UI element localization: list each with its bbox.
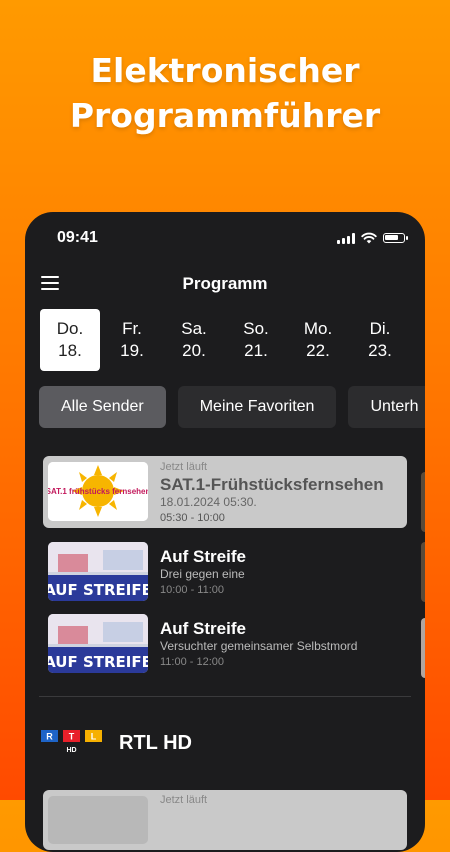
filter-all-channels[interactable]: Alle Sender xyxy=(39,386,166,428)
battery-level xyxy=(385,235,398,240)
day-weekday: Sa. xyxy=(181,319,207,338)
headline-line-1: Elektronischer xyxy=(90,51,360,90)
program-row-now[interactable]: Jetzt läuft xyxy=(43,790,407,850)
program-row[interactable]: AUF STREIFE Auf Streife Drei gegen eine … xyxy=(43,536,407,608)
program-title: Auf Streife xyxy=(160,619,246,638)
program-thumbnail: SAT.1 frühstücks fernsehen xyxy=(48,462,148,521)
day-date: 23. xyxy=(368,341,392,360)
program-time: 11:00 - 12:00 xyxy=(160,656,225,668)
next-channel-peek xyxy=(421,472,425,532)
day-tab[interactable]: So. 21. xyxy=(226,309,286,371)
status-time: 09:41 xyxy=(57,229,98,246)
now-playing-label: Jetzt läuft xyxy=(160,461,208,473)
program-thumbnail xyxy=(48,796,148,844)
filter-entertainment[interactable]: Unterh xyxy=(348,386,425,428)
day-selector: Do. 18. Fr. 19. Sa. 20. So. 21. Mo. 22. … xyxy=(40,309,412,371)
day-weekday: So. xyxy=(243,319,269,338)
filter-favorites[interactable]: Meine Favoriten xyxy=(177,386,337,428)
day-tab[interactable]: Di. 23. xyxy=(350,309,410,371)
thumbnail-logo-text: SAT.1 frühstücks fernsehen xyxy=(48,487,148,496)
program-title: Auf Streife xyxy=(160,547,246,566)
promo-headline: Elektronischer Programmführer xyxy=(0,48,450,138)
battery-icon xyxy=(383,233,408,243)
thumbnail-logo-text: AUF STREIFE xyxy=(48,581,148,599)
next-channel-peek xyxy=(421,618,425,678)
program-thumbnail: AUF STREIFE xyxy=(48,614,148,673)
day-date: 19. xyxy=(120,341,144,360)
program-row[interactable]: AUF STREIFE Auf Streife Versuchter gemei… xyxy=(43,608,407,680)
program-subtitle: 18.01.2024 05:30. xyxy=(160,495,257,509)
now-playing-label: Jetzt läuft xyxy=(160,794,208,806)
status-icons xyxy=(337,232,408,244)
day-tab[interactable]: Sa. 20. xyxy=(164,309,224,371)
status-bar: 09:41 xyxy=(25,212,425,262)
program-subtitle: Versuchter gemeinsamer Selbstmord xyxy=(160,639,358,653)
page-title: Programm xyxy=(182,274,268,293)
filter-chips: Alle Sender Meine Favoriten Unterh xyxy=(39,386,425,428)
day-date: 18. xyxy=(58,341,82,360)
section-divider xyxy=(39,696,411,697)
program-time: 10:00 - 11:00 xyxy=(160,584,225,596)
day-tab[interactable]: Fr. 19. xyxy=(102,309,162,371)
program-thumbnail: AUF STREIFE xyxy=(48,542,148,601)
day-weekday: Do. xyxy=(56,319,84,338)
channel-name: RTL HD xyxy=(119,732,192,754)
nav-bar: Programm xyxy=(25,268,425,300)
program-time: 05:30 - 10:00 xyxy=(160,512,225,524)
svg-text:R: R xyxy=(46,732,53,742)
day-date: 22. xyxy=(306,341,330,360)
program-subtitle: Drei gegen eine xyxy=(160,567,245,581)
day-weekday: Fr. xyxy=(122,319,142,338)
next-channel-peek xyxy=(421,542,425,602)
phone-screen: 09:41 Programm Do. 18. Fr. 19. Sa. 20. S… xyxy=(25,212,425,852)
day-date: 20. xyxy=(182,341,206,360)
svg-text:T: T xyxy=(69,732,75,742)
day-weekday: Mo. xyxy=(303,319,333,338)
wifi-icon xyxy=(361,232,377,244)
day-tab[interactable]: Do. 18. xyxy=(40,309,100,371)
day-tab[interactable]: Mo. 22. xyxy=(288,309,348,371)
svg-text:HD: HD xyxy=(66,747,76,754)
svg-text:L: L xyxy=(91,732,97,742)
day-weekday: Di. xyxy=(369,319,391,338)
headline-line-2: Programmführer xyxy=(69,96,381,135)
rtl-logo-icon: R T L HD xyxy=(41,730,102,754)
day-date: 21. xyxy=(244,341,268,360)
program-title: SAT.1-Frühstücksfernsehen xyxy=(160,475,384,494)
program-row-now[interactable]: SAT.1 frühstücks fernsehen Jetzt läuft S… xyxy=(43,456,407,528)
thumbnail-logo-text: AUF STREIFE xyxy=(48,653,148,671)
cellular-signal-icon xyxy=(337,232,355,244)
